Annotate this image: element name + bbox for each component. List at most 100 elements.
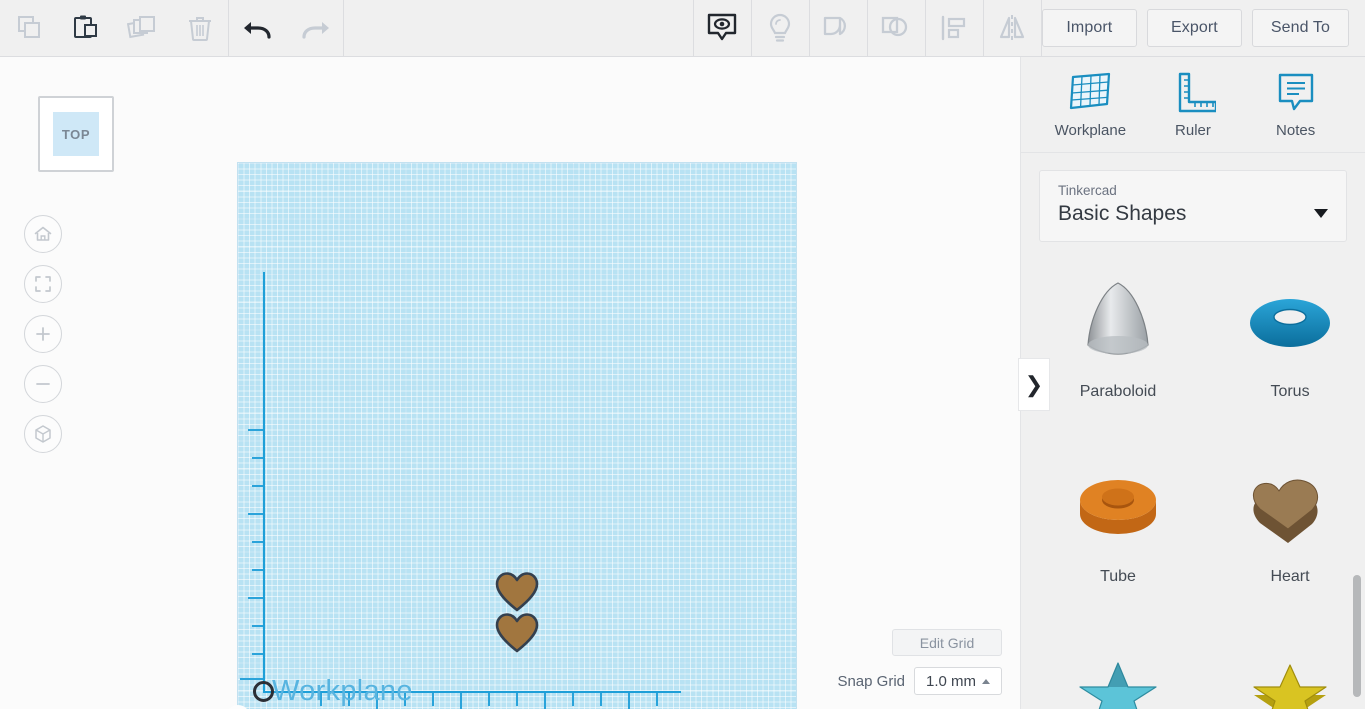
- ruler-tick: [544, 693, 546, 709]
- tube-icon: [1080, 480, 1156, 534]
- copy-button[interactable]: [0, 0, 57, 57]
- copy-icon: [17, 16, 40, 38]
- tab-workplane[interactable]: Workplane: [1046, 71, 1134, 139]
- paraboloid-icon: [1087, 282, 1149, 355]
- redo-icon: [301, 22, 329, 39]
- heart-shape-1[interactable]: [495, 572, 539, 617]
- paste-button[interactable]: [57, 0, 114, 57]
- canvas-viewport[interactable]: TOP Workplane Edit Grid Snap Grid 1.0 mm: [0, 57, 1020, 709]
- ruler-tick: [572, 693, 574, 706]
- shape-label: Paraboloid: [1079, 383, 1157, 400]
- ruler-tick: [600, 693, 602, 706]
- tab-workplane-label: Workplane: [1054, 121, 1127, 139]
- shape-library-select[interactable]: Tinkercad Basic Shapes: [1039, 170, 1347, 242]
- tab-notes-label: Notes: [1276, 121, 1316, 139]
- undo-button[interactable]: [229, 0, 286, 57]
- mirror-icon: [1000, 15, 1025, 41]
- snap-grid-value: 1.0 mm: [925, 672, 976, 690]
- perspective-toggle-button[interactable]: [24, 415, 62, 453]
- home-view-icon: [34, 226, 52, 241]
- library-category-label: Basic Shapes: [1058, 202, 1187, 225]
- send-to-button[interactable]: Send To: [1251, 9, 1349, 47]
- shape-item-heart[interactable]: Heart: [1215, 446, 1365, 631]
- shape-item-torus[interactable]: Torus: [1215, 261, 1365, 446]
- ruler-icon: [1178, 72, 1216, 112]
- hint-button[interactable]: [752, 0, 809, 57]
- toolbar-empty-space: [344, 0, 693, 56]
- lightbulb-icon: [770, 13, 791, 42]
- star-cyan-thumb: [1053, 631, 1183, 709]
- mirror-button[interactable]: [984, 0, 1041, 57]
- shape-gallery[interactable]: Paraboloid Torus Tube Heart: [1021, 243, 1365, 709]
- ruler-tick: [240, 678, 264, 680]
- delete-button[interactable]: [171, 0, 228, 57]
- import-button[interactable]: Import: [1041, 9, 1137, 47]
- grid-controls: Edit Grid Snap Grid 1.0 mm: [837, 629, 1002, 695]
- export-button[interactable]: Export: [1146, 9, 1242, 47]
- home-view-button[interactable]: [24, 215, 62, 253]
- star-yellow-icon: [1253, 664, 1327, 709]
- navigation-controls: [24, 215, 62, 465]
- workplane-origin-marker[interactable]: [253, 681, 274, 702]
- caret-up-icon: [982, 678, 990, 684]
- edit-grid-button[interactable]: Edit Grid: [892, 629, 1002, 656]
- shape-item-star-cyan[interactable]: [1043, 631, 1193, 709]
- tab-ruler[interactable]: Ruler: [1149, 71, 1237, 139]
- ruler-tick: [320, 693, 322, 706]
- heart-shape-2[interactable]: [495, 613, 539, 658]
- trash-icon: [188, 17, 211, 41]
- panel-scrollbar[interactable]: [1353, 517, 1361, 709]
- shape-item-star-yellow[interactable]: [1215, 631, 1365, 709]
- ruler-tick: [248, 429, 264, 431]
- zoom-in-button[interactable]: [24, 315, 62, 353]
- view-cube-label: TOP: [53, 112, 99, 156]
- heart-thumb: [1225, 446, 1355, 566]
- duplicate-button[interactable]: [114, 0, 171, 57]
- workplane-icon: [1070, 72, 1111, 109]
- shape-label: Tube: [1100, 568, 1136, 585]
- heart-icon: [1253, 479, 1319, 543]
- tab-ruler-label: Ruler: [1175, 121, 1211, 139]
- panel-collapse-button[interactable]: ❯: [1018, 358, 1050, 411]
- paste-icon: [73, 15, 97, 38]
- zoom-in-icon: [36, 327, 50, 341]
- chevron-down-icon: [1314, 209, 1328, 218]
- undo-icon: [243, 22, 271, 39]
- ruler-tick: [248, 513, 264, 515]
- view-cube[interactable]: TOP: [38, 96, 114, 172]
- scrollbar-thumb[interactable]: [1353, 575, 1361, 697]
- paraboloid-thumb: [1053, 261, 1183, 381]
- group-button[interactable]: [810, 0, 867, 57]
- fit-to-view-button[interactable]: [24, 265, 62, 303]
- shape-item-tube[interactable]: Tube: [1043, 446, 1193, 631]
- ruler-tick: [432, 693, 434, 706]
- header-actions: Import Export Send To: [1041, 0, 1365, 56]
- workplane-axis-vertical: [263, 272, 265, 693]
- zoom-out-button[interactable]: [24, 365, 62, 403]
- ungroup-icon: [882, 16, 908, 37]
- show-hide-icon: [708, 13, 737, 41]
- ruler-tick: [460, 693, 462, 709]
- shape-label: Heart: [1270, 568, 1310, 585]
- workplane-axis-horizontal: [264, 691, 681, 693]
- panel-tool-tabs: Workplane Ruler Notes: [1021, 57, 1365, 153]
- history-tool-group: [229, 0, 343, 56]
- perspective-toggle-icon: [35, 425, 51, 443]
- ruler-tick: [628, 693, 630, 709]
- align-button[interactable]: [926, 0, 983, 57]
- edit-tool-group: [0, 0, 228, 56]
- snap-grid-select[interactable]: 1.0 mm: [914, 667, 1002, 695]
- ruler-tick: [488, 693, 490, 706]
- star-cyan-icon: [1079, 662, 1157, 709]
- ruler-tick: [348, 693, 350, 706]
- torus-icon: [1250, 299, 1330, 347]
- heart-object-icon: [495, 613, 539, 653]
- redo-button[interactable]: [286, 0, 343, 57]
- ungroup-button[interactable]: [868, 0, 925, 57]
- shape-item-paraboloid[interactable]: Paraboloid: [1043, 261, 1193, 446]
- show-hide-button[interactable]: [694, 0, 751, 57]
- align-icon: [942, 15, 966, 41]
- star-yellow-thumb: [1225, 631, 1355, 709]
- ruler-tick: [516, 693, 518, 706]
- tab-notes[interactable]: Notes: [1252, 71, 1340, 139]
